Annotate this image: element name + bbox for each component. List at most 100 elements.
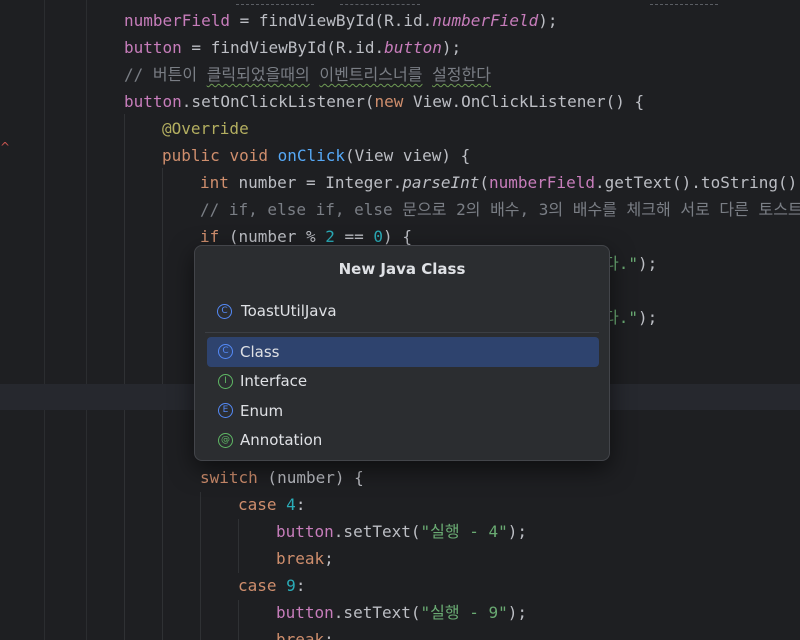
enum-icon: E — [218, 403, 233, 419]
kind-label: Annotation — [240, 431, 323, 450]
code-token: 2 — [325, 227, 335, 246]
code-line[interactable]: button = findViewById(R.id.button); — [124, 35, 461, 61]
code-line[interactable]: case 9: — [238, 573, 305, 599]
code-line[interactable]: button.setOnClickListener(new View.OnCli… — [124, 89, 644, 115]
kind-label: Enum — [240, 401, 284, 420]
code-token: (number % — [219, 227, 326, 246]
code-line[interactable]: // 버튼이 클릭되었을때의 이벤트리스너를 설정한다 — [124, 62, 491, 88]
code-token: "실행 - 9" — [420, 603, 508, 622]
code-token: 다."); — [604, 254, 657, 273]
indent-guide — [238, 519, 239, 573]
code-line[interactable]: case 4: — [238, 492, 305, 518]
code-token: switch — [200, 468, 258, 487]
code-token: numberField — [432, 11, 539, 30]
code-token: public — [162, 146, 220, 165]
code-token: .setOnClickListener( — [181, 92, 375, 111]
code-token: ); — [538, 11, 558, 30]
code-token: : — [295, 576, 306, 595]
indent-guide — [200, 492, 201, 640]
kind-item-annotation[interactable]: @ Annotation — [207, 426, 599, 456]
code-token: (View view) { — [345, 146, 471, 165]
interface-icon: I — [218, 373, 233, 389]
code-token: @Override — [162, 119, 249, 138]
code-line[interactable]: button.setText("실행 - 9"); — [276, 600, 527, 626]
code-token: // 버튼이 — [124, 65, 207, 84]
code-token: .setText( — [333, 603, 421, 622]
code-token: 4 — [286, 495, 296, 514]
code-token: new — [374, 92, 404, 111]
code-token: button — [276, 522, 334, 541]
fold-marker — [340, 0, 420, 5]
code-token: 9 — [286, 576, 296, 595]
code-token: // if, else if, else 문으로 2의 배수, 3의 배수를 체… — [200, 200, 800, 219]
class-kind-list: C Class I Interface E Enum @ Annotation — [207, 337, 599, 455]
code-token: 다."); — [604, 308, 657, 327]
code-line[interactable]: // if, else if, else 문으로 2의 배수, 3의 배수를 체… — [200, 197, 800, 223]
kind-label: Class — [240, 342, 280, 361]
code-token: ); — [638, 254, 658, 273]
code-token: break — [276, 549, 325, 568]
code-token: ; — [324, 549, 334, 568]
code-token: onClick — [277, 146, 346, 165]
code-token: (number) { — [257, 468, 364, 487]
class-icon: C — [217, 303, 232, 319]
code-line[interactable]: numberField = findViewById(R.id.numberFi… — [124, 8, 558, 34]
class-name-value[interactable]: ToastUtilJava — [241, 302, 337, 320]
code-token: button — [124, 92, 182, 111]
code-token: 설정한다 — [432, 65, 491, 84]
code-token: number = Integer. — [228, 173, 403, 192]
code-line[interactable]: public void onClick(View view) { — [162, 143, 470, 169]
code-token: .getText().toString()); — [594, 173, 800, 192]
indent-guide — [124, 114, 125, 640]
code-token: ); — [441, 38, 462, 57]
code-token: numberField — [124, 11, 230, 30]
code-token: button — [276, 603, 334, 622]
code-token: void — [229, 146, 268, 165]
code-line[interactable]: break; — [276, 546, 334, 572]
code-token: case — [238, 495, 277, 514]
code-token: ) { — [383, 227, 412, 246]
new-java-class-popup[interactable]: New Java Class C ToastUtilJava C Class I… — [194, 245, 610, 461]
code-token: ); — [507, 522, 528, 541]
annotation-icon: @ — [218, 432, 233, 448]
code-token: .setText( — [333, 522, 421, 541]
indent-guide — [238, 600, 239, 640]
code-token: button — [124, 38, 182, 57]
code-token: if — [200, 227, 220, 246]
code-token: 이벤트리스너를 — [319, 65, 423, 84]
code-token: : — [295, 495, 306, 514]
code-line[interactable]: 다."); — [604, 251, 657, 277]
code-token: break — [276, 630, 325, 640]
class-name-field[interactable]: C ToastUtilJava — [217, 300, 337, 322]
fold-marker — [650, 0, 718, 5]
gutter-divider — [44, 0, 45, 640]
code-token: ; — [324, 630, 334, 640]
code-line[interactable]: button.setText("실행 - 4"); — [276, 519, 527, 545]
code-token: ); — [507, 603, 528, 622]
kind-item-enum[interactable]: E Enum — [207, 396, 599, 426]
code-line[interactable]: int number = Integer.parseInt(numberFiel… — [200, 170, 800, 196]
code-token: ( — [479, 173, 489, 192]
kind-item-class[interactable]: C Class — [207, 337, 599, 367]
code-line[interactable]: @Override — [162, 116, 249, 142]
code-line[interactable]: switch (number) { — [200, 465, 364, 491]
kind-item-interface[interactable]: I Interface — [207, 367, 599, 397]
code-token: 클릭되었을때의 — [206, 65, 310, 84]
code-token: = findViewById(R.id. — [181, 38, 385, 57]
fold-marker — [236, 0, 314, 5]
code-line[interactable]: 다."); — [604, 305, 657, 331]
class-icon: C — [218, 344, 233, 360]
gutter-divider — [86, 0, 87, 640]
kind-label: Interface — [240, 372, 308, 391]
code-token: "실행 - 4" — [420, 522, 508, 541]
popup-divider — [205, 332, 599, 333]
code-line[interactable]: break; — [276, 627, 334, 640]
code-token: == — [334, 227, 374, 246]
code-token: case — [238, 576, 277, 595]
code-token: View.OnClickListener() { — [403, 92, 645, 111]
